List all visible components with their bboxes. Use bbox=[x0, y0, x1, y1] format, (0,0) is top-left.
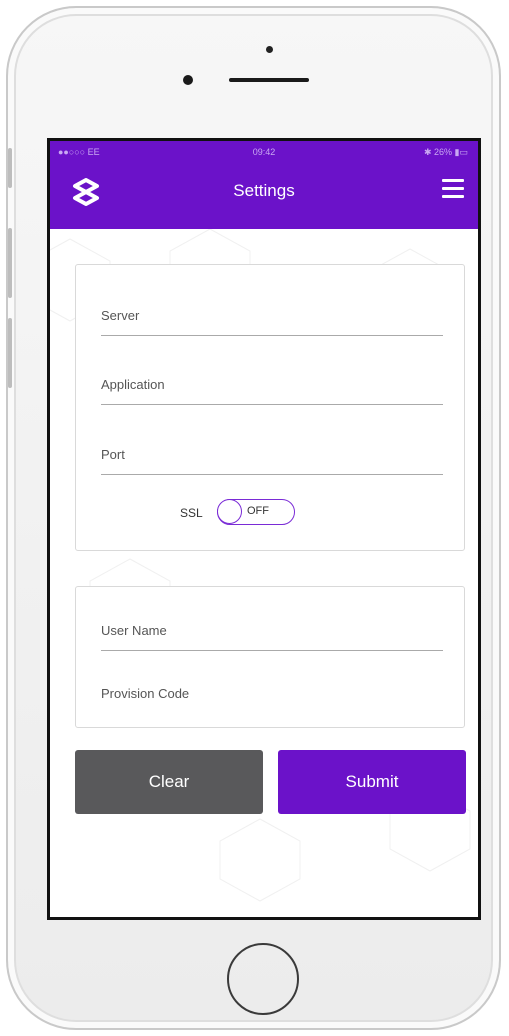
server-settings-card: SSL OFF bbox=[75, 264, 465, 551]
ssl-toggle[interactable]: OFF bbox=[217, 499, 295, 525]
status-time: 09:42 bbox=[252, 147, 276, 157]
provision-code-input[interactable] bbox=[101, 673, 443, 713]
home-button[interactable] bbox=[227, 943, 299, 1015]
front-camera bbox=[183, 75, 193, 85]
volume-up-button bbox=[8, 228, 12, 298]
server-input[interactable] bbox=[101, 295, 443, 336]
hamburger-menu-icon[interactable] bbox=[442, 179, 464, 201]
ssl-toggle-state: OFF bbox=[247, 505, 269, 517]
ssl-label: SSL bbox=[180, 506, 203, 520]
phone-frame: ●●○○○ EE 09:42 ✱ 26% ▮▭ Settings Server … bbox=[6, 6, 501, 1030]
battery-status: ✱ 26% ▮▭ bbox=[423, 147, 468, 157]
user-settings-card bbox=[75, 586, 465, 728]
username-input[interactable] bbox=[101, 610, 443, 651]
ssl-toggle-knob bbox=[217, 499, 242, 524]
mute-switch bbox=[8, 148, 12, 188]
clear-button[interactable]: Clear bbox=[75, 750, 263, 814]
earpiece-speaker bbox=[229, 78, 309, 82]
port-input[interactable] bbox=[101, 434, 443, 475]
proximity-sensor bbox=[266, 46, 273, 53]
page-title: Settings bbox=[233, 181, 295, 200]
volume-down-button bbox=[8, 318, 12, 388]
submit-button[interactable]: Submit bbox=[278, 750, 466, 814]
settings-content: SSL OFF Clear Submit bbox=[50, 229, 478, 917]
app-screen: ●●○○○ EE 09:42 ✱ 26% ▮▭ Settings Server … bbox=[47, 138, 481, 920]
status-bar: ●●○○○ EE 09:42 ✱ 26% ▮▭ bbox=[50, 141, 478, 163]
nav-bar: Settings bbox=[50, 163, 478, 229]
application-input[interactable] bbox=[101, 364, 443, 405]
